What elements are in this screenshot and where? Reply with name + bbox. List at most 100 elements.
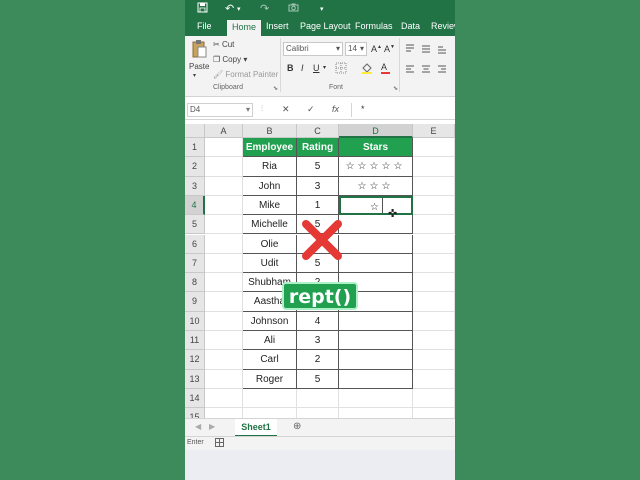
cell-a14[interactable] (205, 388, 243, 409)
copy-button[interactable]: ❐ Copy ▾ (213, 55, 247, 64)
row-header-6[interactable]: 6 (185, 234, 205, 254)
cell-e5[interactable] (413, 215, 455, 235)
row-header-11[interactable]: 11 (185, 331, 205, 351)
row-header-9[interactable]: 9 (185, 292, 205, 312)
customize-toolbar-icon[interactable]: ▾ (320, 5, 324, 13)
cell-a9[interactable] (205, 292, 243, 312)
row-header-14[interactable]: 14 (185, 388, 205, 409)
cell-b13[interactable]: Roger (243, 369, 297, 389)
cell-a8[interactable] (205, 273, 243, 293)
tab-review[interactable]: Review (431, 21, 455, 31)
row-header-5[interactable]: 5 (185, 215, 205, 235)
column-header-d[interactable]: D (339, 124, 413, 138)
name-box[interactable]: D4 ▾ (187, 103, 253, 117)
paste-button[interactable]: Paste (189, 62, 209, 71)
macro-record-icon[interactable] (215, 438, 224, 449)
cut-button[interactable]: ✂ Cut (213, 40, 234, 49)
cell-e1[interactable] (413, 138, 455, 158)
cell-d2[interactable]: ☆☆☆☆☆ (339, 157, 413, 177)
italic-button[interactable]: I (301, 63, 304, 73)
save-icon[interactable] (197, 2, 208, 16)
cell-e13[interactable] (413, 369, 455, 389)
undo-dropdown-icon[interactable]: ▾ (237, 5, 241, 13)
cell-c2[interactable]: 5 (297, 157, 339, 177)
cell-e14[interactable] (413, 388, 455, 409)
column-header-e[interactable]: E (413, 124, 455, 138)
sheet-tab-sheet1[interactable]: Sheet1 (235, 419, 277, 437)
cell-a7[interactable] (205, 253, 243, 274)
cell-a11[interactable] (205, 331, 243, 351)
cell-b3[interactable]: John (243, 176, 297, 196)
cell-d3[interactable]: ☆☆☆ (339, 176, 413, 196)
cell-a12[interactable] (205, 350, 243, 370)
bold-button[interactable]: B (287, 63, 294, 73)
cell-d13[interactable] (339, 369, 413, 389)
cancel-icon[interactable]: ✕ (282, 104, 290, 115)
cell-c14[interactable] (297, 388, 339, 409)
cell-c12[interactable]: 2 (297, 350, 339, 370)
cell-a4[interactable] (205, 195, 243, 216)
increase-font-icon[interactable]: A▲ (371, 44, 382, 54)
formula-input[interactable]: * (361, 104, 365, 114)
font-name-box[interactable]: Calibri ▾ (283, 42, 343, 56)
cell-e11[interactable] (413, 331, 455, 351)
cell-e12[interactable] (413, 350, 455, 370)
cell-b7[interactable]: Udit (243, 253, 297, 274)
font-size-box[interactable]: 14 ▾ (345, 42, 367, 56)
underline-button[interactable]: U (313, 63, 320, 73)
tab-home[interactable]: Home (227, 20, 262, 36)
cell-e6[interactable] (413, 234, 455, 254)
align-right-icon[interactable] (437, 64, 447, 76)
clipboard-launcher-icon[interactable]: ⬊ (273, 85, 278, 92)
cell-d1[interactable]: Stars (339, 138, 413, 158)
cell-b4[interactable]: Mike (243, 195, 297, 216)
cell-d10[interactable] (339, 311, 413, 331)
align-center-icon[interactable] (421, 64, 431, 76)
cell-b11[interactable]: Ali (243, 331, 297, 351)
select-all-corner[interactable] (185, 124, 205, 138)
redo-icon[interactable]: ↷ (260, 2, 269, 15)
fx-icon[interactable]: fx (332, 104, 339, 114)
column-header-c[interactable]: C (297, 124, 339, 138)
tab-page-layout[interactable]: Page Layout (300, 21, 351, 31)
cell-a5[interactable] (205, 215, 243, 235)
column-header-a[interactable]: A (205, 124, 243, 138)
cell-b6[interactable]: Olie (243, 234, 297, 254)
row-header-4[interactable]: 4 (185, 195, 205, 216)
row-header-13[interactable]: 13 (185, 369, 205, 389)
borders-icon[interactable] (335, 62, 347, 76)
tab-data[interactable]: Data (401, 21, 420, 31)
cell-a6[interactable] (205, 234, 243, 254)
scroll-left-icon[interactable]: ◀ (195, 422, 201, 431)
column-header-b[interactable]: B (243, 124, 297, 138)
cell-e7[interactable] (413, 253, 455, 274)
cell-d14[interactable] (339, 388, 413, 409)
cell-e10[interactable] (413, 311, 455, 331)
cell-c10[interactable]: 4 (297, 311, 339, 331)
cell-e2[interactable] (413, 157, 455, 177)
cell-c11[interactable]: 3 (297, 331, 339, 351)
cell-e9[interactable] (413, 292, 455, 312)
scroll-right-icon[interactable]: ▶ (209, 422, 215, 431)
format-painter-button[interactable]: 🖌 Format Painter (213, 70, 278, 79)
paste-icon[interactable] (191, 39, 207, 61)
font-launcher-icon[interactable]: ⬊ (393, 85, 398, 92)
cell-a10[interactable] (205, 311, 243, 331)
cell-b10[interactable]: Johnson (243, 311, 297, 331)
cell-d12[interactable] (339, 350, 413, 370)
cell-d5[interactable] (339, 215, 413, 235)
camera-icon[interactable] (288, 2, 299, 15)
align-middle-icon[interactable] (421, 44, 431, 56)
drag-handle-icon[interactable]: ⋮ (259, 105, 265, 112)
cell-d7[interactable] (339, 253, 413, 274)
align-top-icon[interactable] (405, 44, 415, 56)
paste-dropdown-icon[interactable]: ▾ (193, 72, 196, 79)
row-header-3[interactable]: 3 (185, 176, 205, 196)
row-header-2[interactable]: 2 (185, 157, 205, 177)
row-header-12[interactable]: 12 (185, 350, 205, 370)
cell-d6[interactable] (339, 234, 413, 254)
tab-formulas[interactable]: Formulas (355, 21, 393, 31)
cell-b5[interactable]: Michelle (243, 215, 297, 235)
cell-b1[interactable]: Employee (243, 138, 297, 158)
cell-b14[interactable] (243, 388, 297, 409)
